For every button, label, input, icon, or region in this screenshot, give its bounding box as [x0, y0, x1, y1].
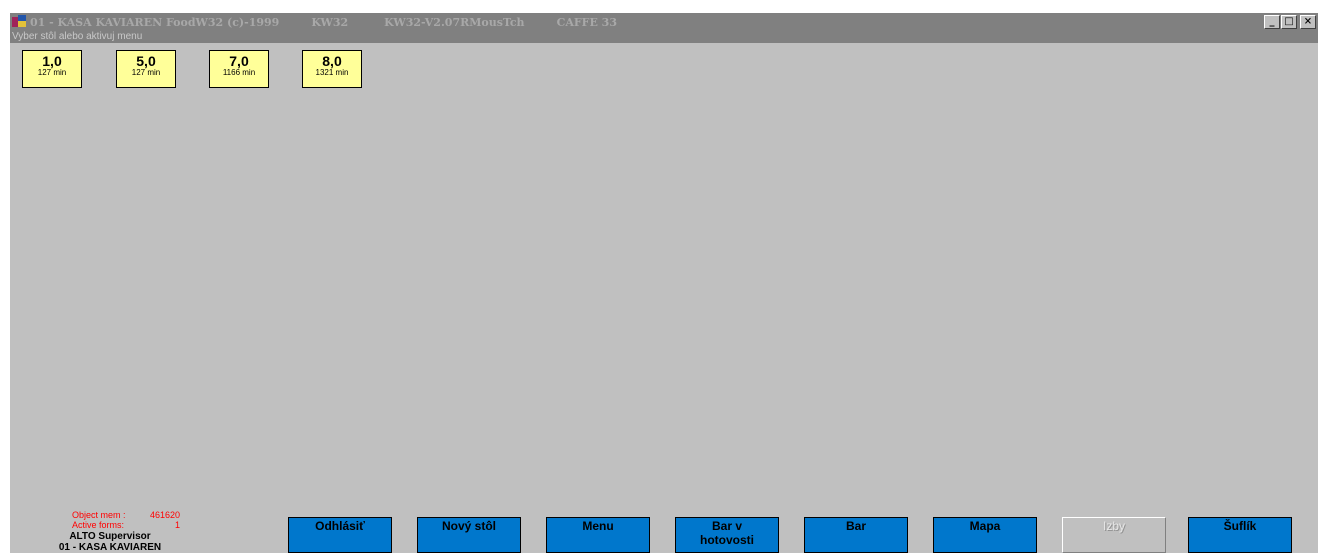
table-tile-1[interactable]: 1,0 127 min	[22, 50, 82, 88]
object-mem-label: Object mem :	[72, 510, 126, 520]
table-time: 1321 min	[315, 68, 349, 77]
menu-button[interactable]: Menu	[546, 517, 650, 553]
table-number: 1,0	[42, 53, 62, 69]
map-button[interactable]: Mapa	[933, 517, 1037, 553]
rooms-button[interactable]: Izby	[1062, 517, 1166, 553]
bar-button[interactable]: Bar	[804, 517, 908, 553]
menu-label: Menu	[582, 519, 614, 533]
object-mem-value: 461620	[149, 510, 180, 520]
table-number: 8,0	[322, 53, 342, 69]
status-panel: Object mem : 461620 Active forms: 1 ALTO S…	[10, 510, 210, 553]
station-name: 01 - KASA KAVIAREN	[58, 542, 162, 553]
window-controls: _ □ ×	[1263, 15, 1316, 29]
new-table-button[interactable]: Nový stôl	[417, 517, 521, 553]
title-app-name: 01 - KASA KAVIAREN FoodW32 (c)-1999	[30, 15, 280, 29]
active-forms-row: Active forms: 1	[10, 520, 210, 530]
rooms-label: Izby	[1102, 519, 1125, 533]
drawer-label: Šuflík	[1223, 519, 1257, 533]
logout-label: Odhlásiť	[315, 519, 365, 533]
restore-button[interactable]: □	[1281, 15, 1297, 29]
new-table-label: Nový stôl	[441, 519, 496, 533]
app-window: 01 - KASA KAVIAREN FoodW32 (c)-1999 KW32…	[10, 13, 1318, 553]
table-tile-5[interactable]: 5,0 127 min	[116, 50, 176, 88]
title-bar: 01 - KASA KAVIAREN FoodW32 (c)-1999 KW32…	[10, 13, 1318, 31]
close-button[interactable]: ×	[1300, 15, 1316, 29]
table-tile-8[interactable]: 8,0 1321 min	[302, 50, 362, 88]
table-time: 1166 min	[222, 68, 256, 77]
app-icon[interactable]	[12, 15, 26, 29]
title-module: KW32	[311, 15, 349, 29]
hint-bar: Vyber stôl alebo aktivuj menu	[10, 31, 1318, 43]
title-version: KW32-V2.07RMousTch	[384, 15, 525, 29]
table-number: 5,0	[136, 53, 156, 69]
cash-bar-label: Bar v hotovosti	[700, 519, 754, 547]
table-time: 127 min	[37, 68, 67, 77]
table-tile-7[interactable]: 7,0 1166 min	[209, 50, 269, 88]
table-number: 7,0	[229, 53, 249, 69]
minimize-button[interactable]: _	[1264, 15, 1280, 29]
user-name: ALTO Supervisor	[69, 531, 151, 542]
map-label: Mapa	[969, 519, 1001, 533]
active-forms-value: 1	[174, 520, 180, 530]
cash-bar-button[interactable]: Bar v hotovosti	[675, 517, 779, 553]
title-location: CAFFE 33	[556, 15, 617, 29]
table-time: 127 min	[131, 68, 161, 77]
bar-label: Bar	[845, 519, 866, 533]
active-forms-label: Active forms:	[72, 520, 125, 530]
drawer-button[interactable]: Šuflík	[1188, 517, 1292, 553]
logout-button[interactable]: Odhlásiť	[288, 517, 392, 553]
object-mem-row: Object mem : 461620	[10, 510, 210, 520]
